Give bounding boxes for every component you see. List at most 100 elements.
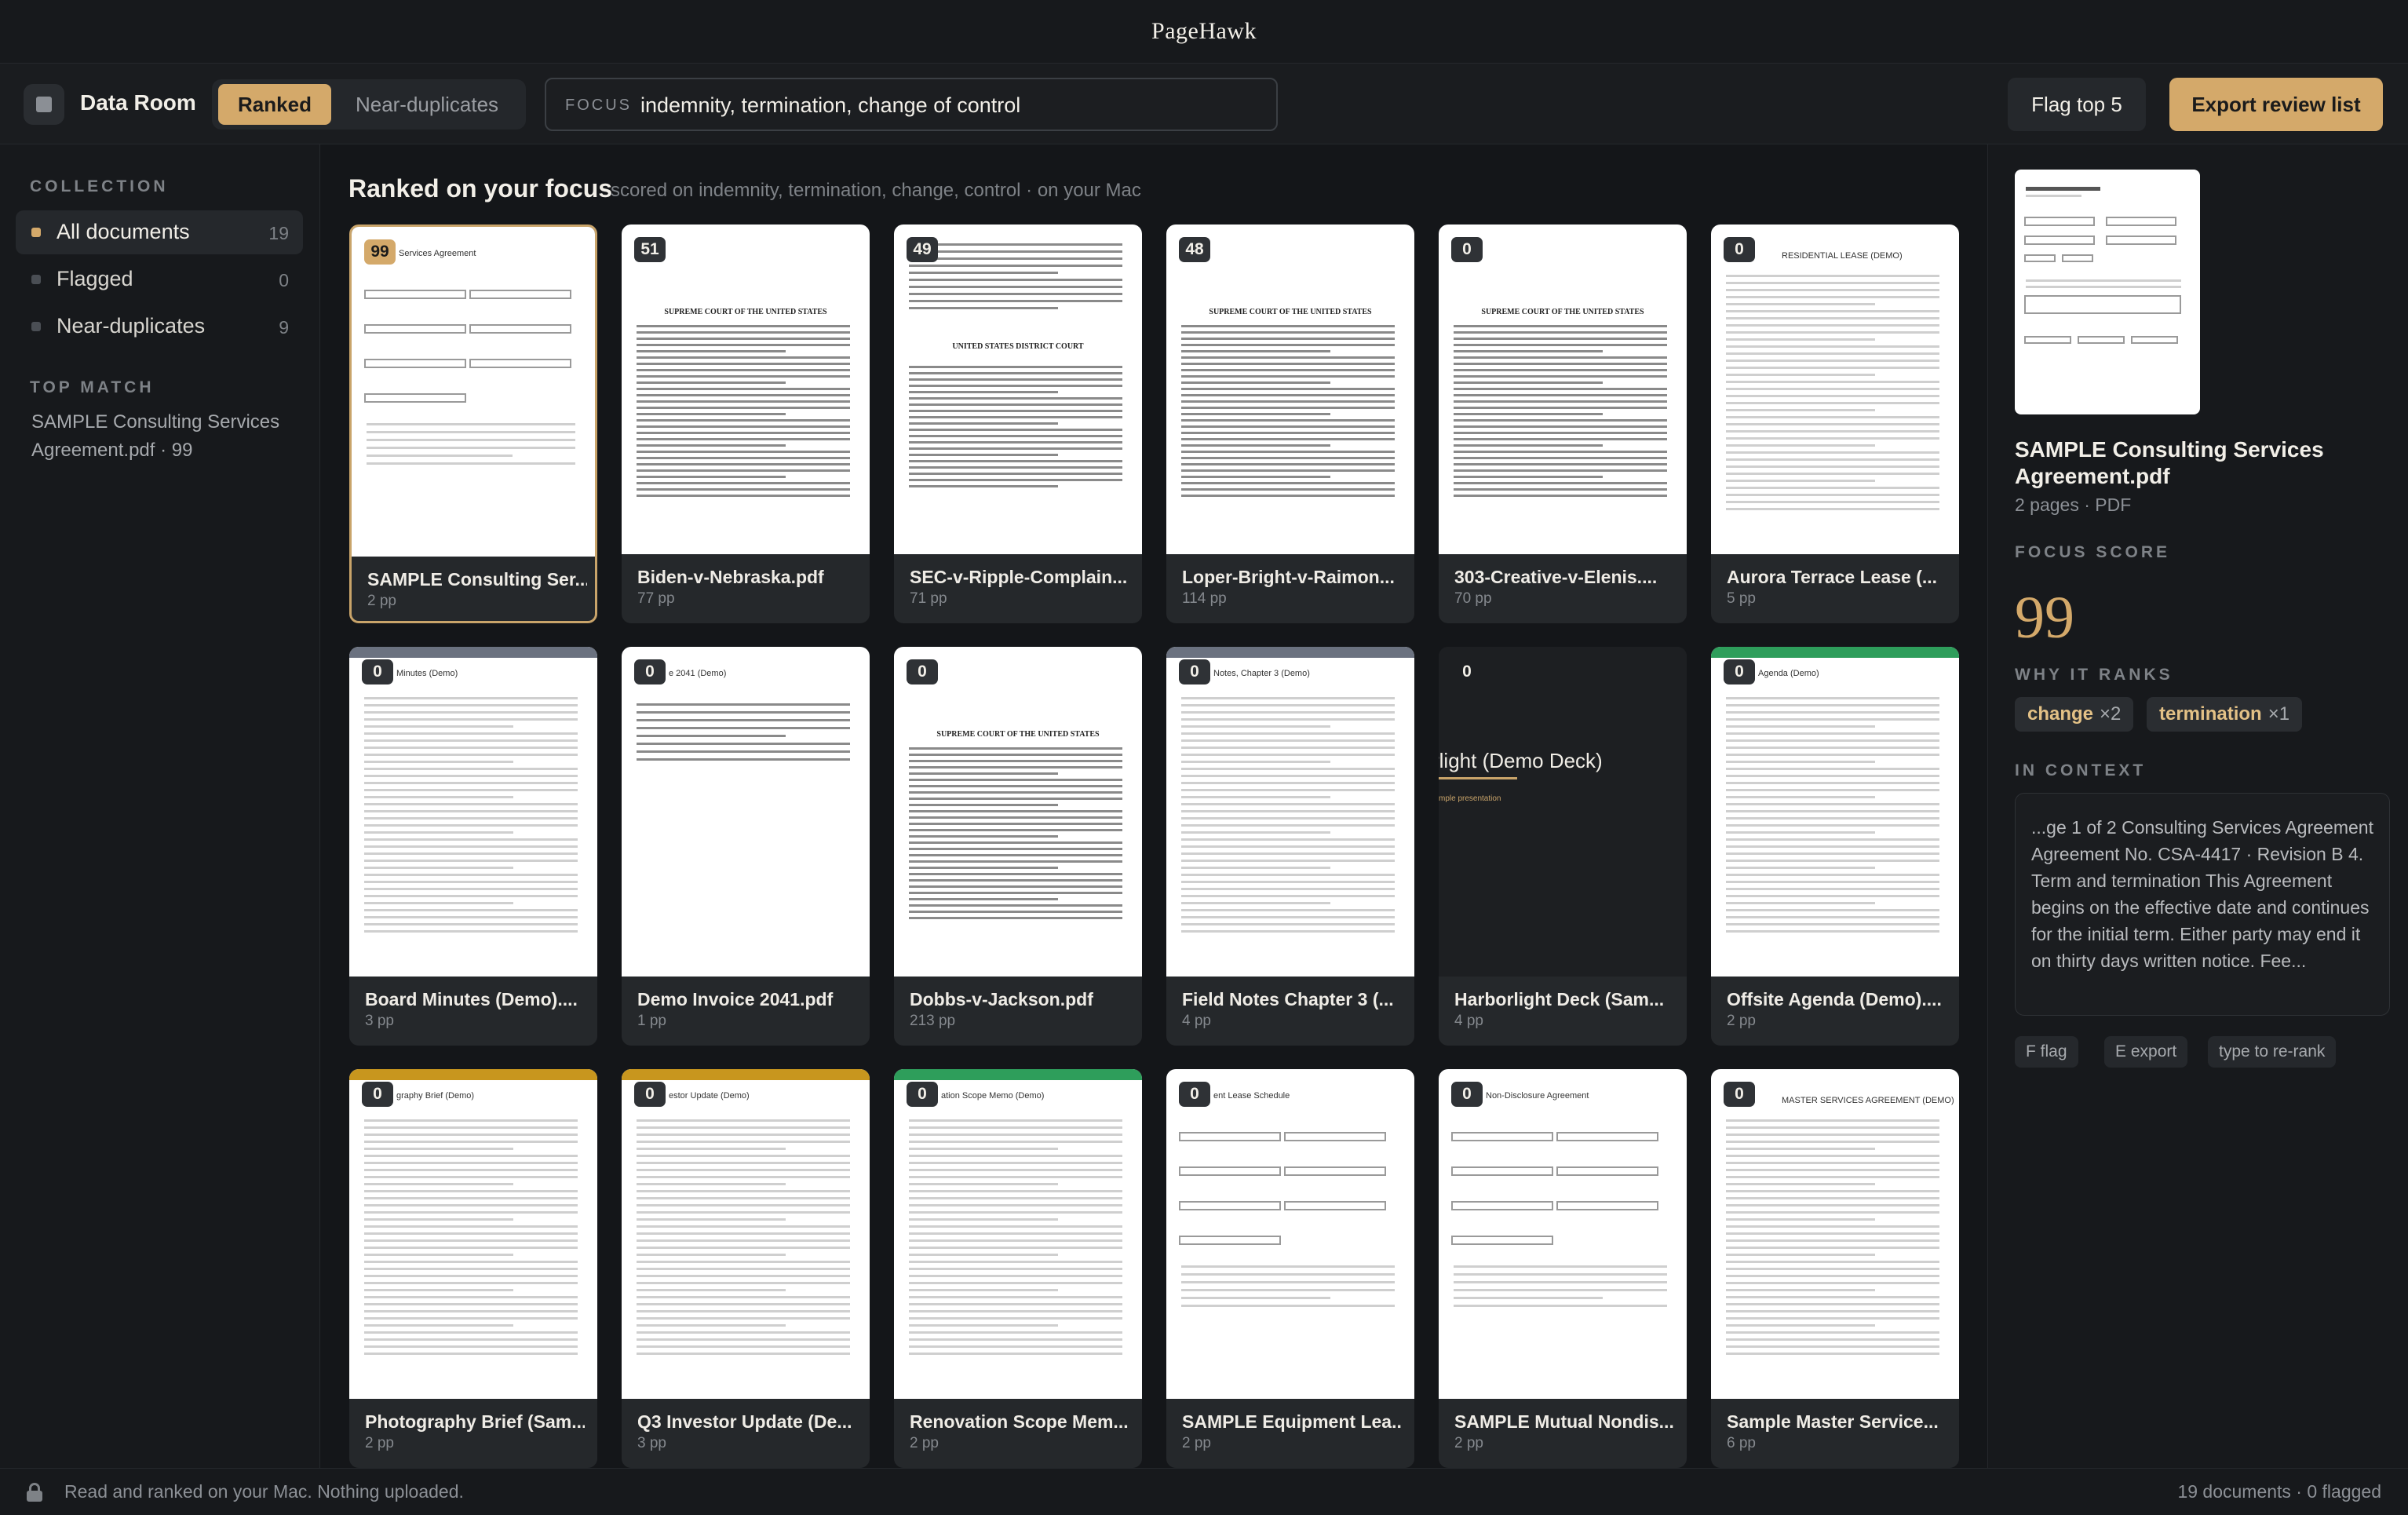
shortcut-rerank: type to re-rank bbox=[2208, 1036, 2337, 1068]
document-card[interactable]: SUPREME COURT OF THE UNITED STATES 0 303-C… bbox=[1439, 225, 1687, 623]
document-name: SAMPLE Mutual Nondis... bbox=[1454, 1411, 1674, 1432]
term-chip-term: change bbox=[2027, 703, 2094, 725]
export-review-list-button[interactable]: Export review list bbox=[2169, 78, 2383, 131]
collection-heading: COLLECTION bbox=[30, 177, 169, 195]
document-thumbnail: UNITED STATES DISTRICT COURT bbox=[894, 225, 1142, 554]
document-thumbnail: ation Scope Memo (Demo) bbox=[894, 1069, 1142, 1399]
thumbnail-heading: MASTER SERVICES AGREEMENT (DEMO) bbox=[1782, 1096, 1954, 1105]
sidebar-item-near-duplicates[interactable]: Near-duplicates 9 bbox=[16, 305, 303, 349]
document-name: SEC-v-Ripple-Complain... bbox=[910, 567, 1128, 587]
score-badge: 0 bbox=[362, 1082, 393, 1107]
document-card[interactable]: Minutes (Demo) 0 Board Minutes (Demo).... 3… bbox=[349, 647, 597, 1046]
privacy-status: Read and ranked on your Mac. Nothing upl… bbox=[64, 1481, 464, 1502]
sidebar-item-label: Near-duplicates bbox=[57, 314, 206, 338]
shortcut-export: E export bbox=[2104, 1036, 2188, 1068]
document-card[interactable]: UNITED STATES DISTRICT COURT 49 SEC-v-Ripp… bbox=[894, 225, 1142, 623]
top-match-link[interactable]: SAMPLE Consulting Services Agreement.pdf… bbox=[31, 408, 298, 465]
tab-ranked[interactable]: Ranked bbox=[218, 84, 331, 125]
document-page-count: 2 pp bbox=[365, 1435, 394, 1451]
detail-file-name: SAMPLE Consulting Services Agreement.pdf bbox=[2015, 437, 2324, 488]
document-name: Renovation Scope Mem... bbox=[910, 1411, 1129, 1432]
score-badge: 0 bbox=[1179, 659, 1210, 684]
score-badge: 0 bbox=[1451, 1082, 1483, 1107]
score-badge: 0 bbox=[907, 659, 938, 684]
document-card[interactable]: graphy Brief (Demo) 0 Photography Brief (S… bbox=[349, 1069, 597, 1468]
document-card[interactable]: Services Agreement 99 SAMPLE Consulting Se… bbox=[349, 225, 597, 623]
view-switcher: Ranked Near-duplicates bbox=[212, 79, 526, 130]
thumbnail-heading: SUPREME COURT OF THE UNITED STATES bbox=[664, 308, 827, 316]
room-title: Data Room bbox=[80, 90, 196, 115]
document-card[interactable]: SUPREME COURT OF THE UNITED STATES 0 Dobbs… bbox=[894, 647, 1142, 1046]
document-card[interactable]: Agenda (Demo) 0 Offsite Agenda (Demo).... 2… bbox=[1711, 647, 1959, 1046]
document-thumbnail: ent Lease Schedule bbox=[1166, 1069, 1414, 1399]
document-page-count: 4 pp bbox=[1182, 1013, 1211, 1029]
bullet-icon bbox=[31, 275, 41, 284]
document-thumbnail: graphy Brief (Demo) bbox=[349, 1069, 597, 1399]
document-page-count: 2 pp bbox=[367, 593, 396, 609]
document-thumbnail: e 2041 (Demo) bbox=[622, 647, 870, 977]
document-count-status: 19 documents · 0 flagged bbox=[2177, 1481, 2381, 1502]
document-thumbnail: Notes, Chapter 3 (Demo) bbox=[1166, 647, 1414, 977]
document-thumbnail: Minutes (Demo) bbox=[349, 647, 597, 977]
document-name: Dobbs-v-Jackson.pdf bbox=[910, 989, 1093, 1009]
sidebar-item-label: Flagged bbox=[57, 267, 133, 290]
detail-thumbnail[interactable] bbox=[2015, 170, 2200, 414]
document-card[interactable]: e 2041 (Demo) 0 Demo Invoice 2041.pdf 1 pp bbox=[622, 647, 870, 1046]
flag-top-button[interactable]: Flag top 5 bbox=[2008, 78, 2146, 131]
status-bar: Read and ranked on your Mac. Nothing upl… bbox=[0, 1468, 2408, 1515]
bullet-icon bbox=[31, 322, 41, 331]
thumbnail-heading: ation Scope Memo (Demo) bbox=[941, 1091, 1045, 1101]
score-badge: 0 bbox=[362, 659, 393, 684]
bullet-icon bbox=[31, 228, 41, 237]
document-card[interactable]: Non-Disclosure Agreement 0 SAMPLE Mutual N… bbox=[1439, 1069, 1687, 1468]
document-page-count: 3 pp bbox=[365, 1013, 394, 1029]
score-badge: 0 bbox=[1179, 1082, 1210, 1107]
document-page-count: 114 pp bbox=[1182, 590, 1227, 607]
document-card[interactable]: SUPREME COURT OF THE UNITED STATES 48 Lope… bbox=[1166, 225, 1414, 623]
sidebar-item-count: 0 bbox=[279, 270, 289, 290]
score-badge: 48 bbox=[1179, 237, 1210, 262]
document-card[interactable]: ation Scope Memo (Demo) 0 Renovation Scope… bbox=[894, 1069, 1142, 1468]
document-page-count: 3 pp bbox=[637, 1435, 666, 1451]
sidebar-item-count: 19 bbox=[268, 223, 289, 243]
document-card[interactable]: SUPREME COURT OF THE UNITED STATES 51 Bide… bbox=[622, 225, 870, 623]
document-page-count: 1 pp bbox=[637, 1013, 666, 1029]
sidebar-item-count: 9 bbox=[279, 317, 289, 338]
thumbnail-heading: Minutes (Demo) bbox=[396, 669, 458, 678]
focus-field[interactable]: FOCUS bbox=[545, 78, 1278, 131]
score-badge: 0 bbox=[1451, 237, 1483, 262]
document-thumbnail: SUPREME COURT OF THE UNITED STATES bbox=[1166, 225, 1414, 554]
focus-score-heading: FOCUS SCORE bbox=[2015, 543, 2171, 561]
thumbnail-heading: graphy Brief (Demo) bbox=[396, 1091, 475, 1101]
document-card[interactable]: MASTER SERVICES AGREEMENT (DEMO) 0 Sample … bbox=[1711, 1069, 1959, 1468]
sidebar-toggle-icon[interactable] bbox=[24, 84, 64, 125]
focus-input[interactable] bbox=[640, 90, 1261, 120]
focus-label: FOCUS bbox=[565, 97, 632, 114]
document-page-count: 71 pp bbox=[910, 590, 947, 607]
document-page-count: 5 pp bbox=[1727, 590, 1756, 607]
score-badge: 0 bbox=[907, 1082, 938, 1107]
document-card[interactable]: Notes, Chapter 3 (Demo) 0 Field Notes Chap… bbox=[1166, 647, 1414, 1046]
document-card[interactable]: rlight (Demo Deck) mple presentation 0 Harb… bbox=[1439, 647, 1687, 1046]
document-card[interactable]: estor Update (Demo) 0 Q3 Investor Update (… bbox=[622, 1069, 870, 1468]
score-badge: 99 bbox=[364, 239, 396, 265]
score-badge: 0 bbox=[1462, 663, 1472, 681]
sidebar-item-all-documents[interactable]: All documents 19 bbox=[16, 210, 303, 254]
document-thumbnail: Agenda (Demo) bbox=[1711, 647, 1959, 977]
shortcut-flag: F flag bbox=[2015, 1036, 2078, 1068]
document-name: Demo Invoice 2041.pdf bbox=[637, 989, 834, 1009]
document-name: Loper-Bright-v-Raimon... bbox=[1182, 567, 1395, 587]
thumbnail-heading: ent Lease Schedule bbox=[1213, 1091, 1290, 1101]
sidebar-item-flagged[interactable]: Flagged 0 bbox=[16, 257, 303, 301]
document-card[interactable]: ent Lease Schedule 0 SAMPLE Equipment Lea.… bbox=[1166, 1069, 1414, 1468]
document-thumbnail: estor Update (Demo) bbox=[622, 1069, 870, 1399]
document-name: Photography Brief (Sam... bbox=[365, 1411, 585, 1432]
document-name: Biden-v-Nebraska.pdf bbox=[637, 567, 824, 587]
document-name: Q3 Investor Update (De... bbox=[637, 1411, 852, 1432]
tab-near-duplicates[interactable]: Near-duplicates bbox=[336, 84, 518, 125]
page-subtitle: scored on indemnity, termination, change… bbox=[611, 180, 1141, 201]
document-card[interactable]: RESIDENTIAL LEASE (DEMO) 0 Aurora Terrace … bbox=[1711, 225, 1959, 623]
context-snippet: ...ge 1 of 2 Consulting Services Agreeme… bbox=[2015, 793, 2390, 1016]
detail-panel: SAMPLE Consulting Services Agreement.pdf… bbox=[1987, 144, 2408, 1468]
document-name: SAMPLE Equipment Lea... bbox=[1182, 1411, 1402, 1432]
